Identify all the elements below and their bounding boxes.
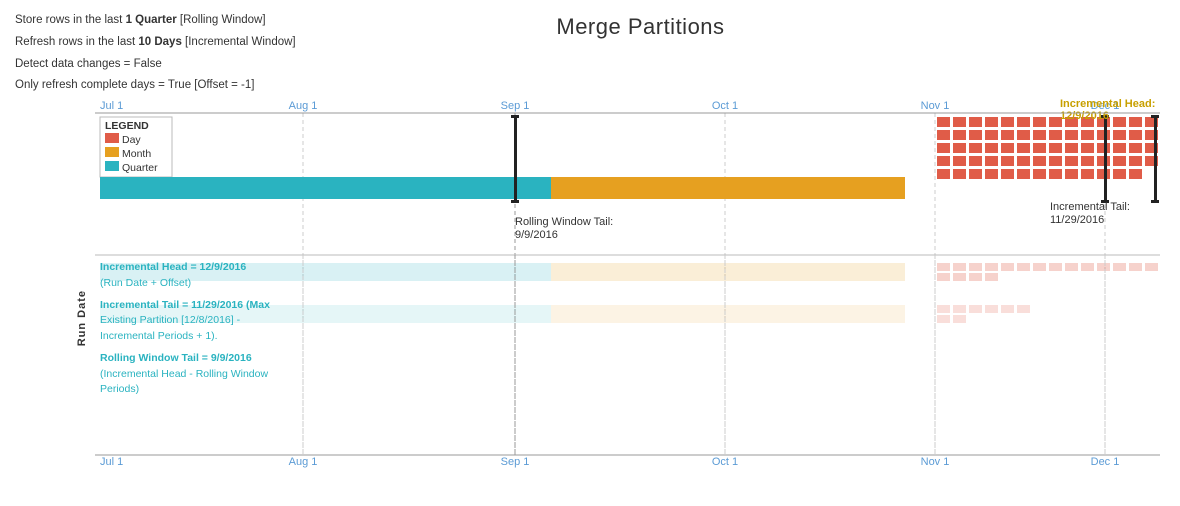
- legend-day-label: Day: [122, 134, 141, 146]
- axis-label-jul-bot: Jul 1: [100, 456, 123, 468]
- month-bar: [551, 177, 905, 199]
- legend-quarter-label: Quarter: [122, 162, 158, 174]
- axis-label-nov-top: Nov 1: [921, 100, 950, 112]
- incremental-tail-date: 11/29/2016: [1050, 214, 1104, 226]
- annotations-panel: Incremental Head = 12/9/2016 (Run Date +…: [100, 260, 420, 398]
- info-line3: Detect data changes = False: [15, 56, 296, 74]
- ibeam-sep-line: [514, 115, 517, 203]
- incremental-tail-label: Incremental Tail:: [1050, 201, 1130, 213]
- ibeam-dec-line: [1104, 115, 1107, 203]
- rolling-window-date: 9/9/2016: [515, 229, 558, 241]
- incremental-head-date: 12/9/2016: [1060, 110, 1109, 122]
- rolling-window-label: Rolling Window Tail:: [515, 216, 613, 228]
- axis-label-oct-top: Oct 1: [712, 100, 738, 112]
- axis-label-nov-bot: Nov 1: [921, 456, 950, 468]
- run1-month-bar: [551, 263, 905, 281]
- main-container: Store rows in the last 1 Quarter [Rollin…: [0, 0, 1180, 506]
- page-title: Merge Partitions: [556, 14, 724, 40]
- axis-label-aug-top: Aug 1: [289, 100, 318, 112]
- legend-day-color: [105, 133, 119, 143]
- run-date-axis-label: Run Date: [76, 290, 88, 346]
- info-line1: Store rows in the last 1 Quarter [Rollin…: [15, 12, 296, 30]
- axis-label-dec-bot: Dec 1: [1091, 456, 1120, 468]
- axis-label-aug-bot: Aug 1: [289, 456, 318, 468]
- incremental-head-label: Incremental Head:: [1060, 98, 1155, 110]
- ann-rolling-tail: Rolling Window Tail = 9/9/2016 (Incremen…: [100, 351, 420, 398]
- info-line4: Only refresh complete days = True [Offse…: [15, 77, 296, 95]
- run2-month-bar: [551, 305, 905, 323]
- axis-label-jul-top: Jul 1: [100, 100, 123, 112]
- legend-title: LEGEND: [105, 120, 149, 132]
- axis-label-sep-bot: Sep 1: [501, 456, 530, 468]
- info-panel: Store rows in the last 1 Quarter [Rollin…: [15, 12, 296, 99]
- quarter-bar: [100, 177, 551, 199]
- axis-label-sep-top: Sep 1: [501, 100, 530, 112]
- legend-quarter-color: [105, 161, 119, 171]
- legend-month-color: [105, 147, 119, 157]
- axis-label-oct-bot: Oct 1: [712, 456, 738, 468]
- legend-month-label: Month: [122, 148, 151, 160]
- ibeam-sep-bottom-cap: [511, 200, 519, 203]
- day-cells-top: [937, 117, 1158, 179]
- ibeam-dec9-line: [1154, 115, 1157, 203]
- ibeam-dec9-bottom-cap: [1151, 200, 1159, 203]
- ann-inc-tail: Incremental Tail = 11/29/2016 (Max Exist…: [100, 298, 420, 345]
- ann-inc-head: Incremental Head = 12/9/2016 (Run Date +…: [100, 260, 420, 292]
- info-line2: Refresh rows in the last 10 Days [Increm…: [15, 34, 296, 52]
